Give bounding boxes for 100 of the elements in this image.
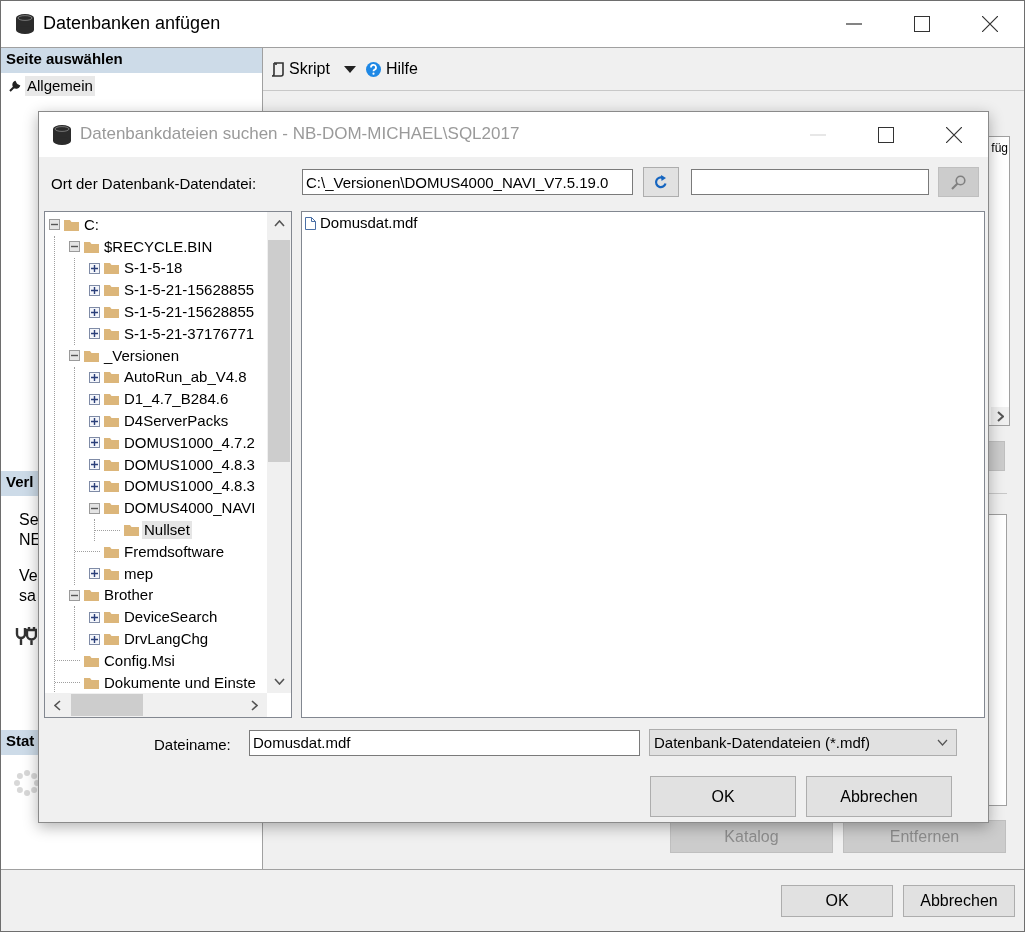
maximize-icon — [878, 126, 894, 143]
expand-icon[interactable] — [89, 633, 100, 645]
chevron-left-icon — [54, 699, 61, 711]
help-button[interactable]: Hilfe — [365, 59, 418, 79]
folder-item[interactable]: D4ServerPacks — [122, 412, 231, 431]
folder-icon — [84, 589, 99, 602]
minimize-icon — [846, 23, 862, 25]
folder-item[interactable]: AutoRun_ab_V4.8 — [122, 368, 249, 387]
scroll-right-button[interactable] — [991, 407, 1009, 425]
close-icon — [946, 126, 962, 143]
close-icon — [982, 16, 998, 32]
horizontal-scrollbar[interactable] — [45, 693, 267, 717]
search-field[interactable] — [691, 169, 929, 195]
location-label: Ort der Datenbank-Datendatei: — [51, 174, 258, 193]
expand-icon[interactable] — [89, 568, 100, 580]
folder-icon — [104, 371, 119, 384]
vertical-scrollbar[interactable] — [267, 212, 291, 693]
folder-item[interactable]: S-1-5-21-15628855 — [122, 303, 257, 322]
folder-item[interactable]: DOMUS4000_NAVI — [122, 499, 258, 518]
folder-item[interactable]: mep — [122, 564, 156, 583]
folder-icon — [104, 611, 119, 624]
script-icon — [271, 61, 284, 77]
file-item[interactable]: Domusdat.mdf — [319, 214, 419, 232]
expand-icon[interactable] — [89, 371, 100, 383]
expand-icon[interactable] — [89, 415, 100, 427]
folder-item[interactable]: DOMUS1000_4.7.2 — [122, 433, 257, 452]
folder-item[interactable]: Config.Msi — [102, 651, 177, 670]
folder-icon — [84, 349, 99, 362]
folder-item[interactable]: Nullset — [142, 521, 192, 540]
expand-icon[interactable] — [89, 611, 100, 623]
page-item[interactable]: Allgemein — [25, 76, 95, 96]
spinner-icon — [13, 769, 41, 797]
chevron-right-icon — [251, 699, 258, 711]
collapse-icon[interactable] — [89, 502, 100, 514]
folder-icon — [84, 240, 99, 253]
filename-field[interactable]: Domusdat.mdf — [249, 729, 640, 756]
ok-button[interactable]: OK — [781, 884, 893, 917]
folder-item[interactable]: Fremdsoftware — [122, 542, 227, 561]
folder-item[interactable]: S-1-5-21-37176771 — [122, 324, 257, 343]
refresh-icon — [654, 175, 668, 189]
database-icon — [15, 13, 35, 35]
cancel-button[interactable]: Abbrechen — [903, 884, 1015, 917]
expand-icon[interactable] — [89, 306, 100, 318]
window-title: Datenbanken anfügen — [43, 13, 221, 35]
expand-icon[interactable] — [89, 480, 100, 492]
help-icon — [365, 61, 381, 77]
chevron-up-icon — [273, 220, 285, 227]
folder-icon — [104, 393, 119, 406]
chevron-down-icon — [273, 678, 285, 685]
folder-icon — [124, 524, 139, 537]
folder-item[interactable]: S-1-5-18 — [122, 259, 185, 278]
expand-icon[interactable] — [89, 284, 100, 296]
folder-item[interactable]: DeviceSearch — [122, 608, 220, 627]
cancel-button[interactable]: Abbrechen — [806, 776, 952, 817]
location-field[interactable]: C:\_Versionen\DOMUS4000_NAVI_V7.5.19.0 — [302, 169, 633, 195]
refresh-button[interactable] — [643, 167, 679, 197]
dropdown-button[interactable] — [343, 65, 356, 73]
folder-icon — [104, 480, 119, 493]
folder-item[interactable]: D1_4.7_B284.6 — [122, 390, 231, 409]
folder-item[interactable]: DOMUS1000_4.8.3 — [122, 477, 257, 496]
connection-text: Ve — [19, 566, 38, 586]
expand-icon[interactable] — [89, 263, 100, 274]
folder-icon — [104, 436, 119, 449]
column-header: füg — [991, 141, 1008, 156]
collapse-icon[interactable] — [49, 219, 60, 231]
folder-item[interactable]: S-1-5-21-15628855 — [122, 281, 257, 300]
plug-icon — [15, 626, 37, 646]
folder-icon — [104, 306, 119, 319]
folder-icon — [104, 633, 119, 646]
collapse-icon[interactable] — [69, 589, 80, 601]
folder-icon — [104, 327, 119, 340]
connection-text: Se — [19, 510, 39, 530]
collapse-icon[interactable] — [69, 241, 80, 253]
chevron-right-icon — [996, 410, 1004, 422]
collapse-icon[interactable] — [69, 350, 80, 362]
expand-icon[interactable] — [89, 459, 100, 471]
script-button[interactable]: Skript — [271, 59, 330, 79]
folder-item[interactable]: C: — [82, 215, 101, 234]
folder-item[interactable]: Brother — [102, 586, 156, 605]
folder-icon — [104, 415, 119, 428]
maximize-icon — [914, 16, 930, 32]
file-icon — [305, 216, 316, 230]
section-header: Seite auswählen — [1, 48, 262, 73]
folder-item[interactable]: _Versionen — [102, 346, 182, 365]
caret-icon — [343, 65, 356, 73]
folder-icon — [84, 654, 99, 667]
folder-item[interactable]: Dokumente und Einste — [102, 673, 258, 692]
folder-item[interactable]: DOMUS1000_4.8.3 — [122, 455, 257, 474]
expand-icon[interactable] — [89, 393, 100, 405]
ok-button[interactable]: OK — [650, 776, 796, 817]
folder-item[interactable]: DrvLangChg — [122, 630, 211, 649]
dialog-title: Datenbankdateien suchen - NB-DOM-MICHAEL\SQL2017 — [80, 124, 520, 145]
chevron-down-icon — [937, 739, 948, 746]
expand-icon[interactable] — [89, 328, 100, 340]
folder-icon — [64, 218, 79, 231]
expand-icon[interactable] — [89, 437, 100, 449]
database-icon — [52, 123, 72, 146]
folder-icon — [104, 545, 119, 558]
folder-item[interactable]: $RECYCLE.BIN — [102, 237, 215, 256]
filetype-dropdown[interactable]: Datenbank-Datendateien (*.mdf) — [649, 729, 957, 756]
